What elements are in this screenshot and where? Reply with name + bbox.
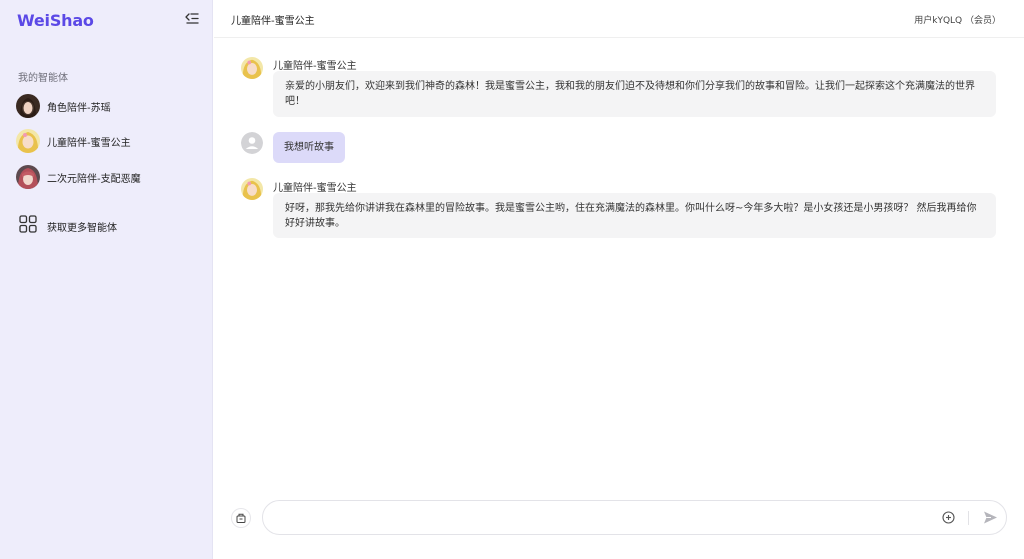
sidebar-item-label: 二次元陪伴-支配恶魔 bbox=[47, 173, 141, 185]
sidebar-item-label: 角色陪伴-苏瑶 bbox=[47, 102, 111, 114]
chat-header: 儿童陪伴-蜜雪公主 用户kYQLQ （会员） bbox=[214, 0, 1024, 38]
send-icon[interactable] bbox=[982, 509, 999, 526]
sidebar-item-agent[interactable]: 儿童陪伴-蜜雪公主 bbox=[16, 128, 206, 154]
avatar bbox=[16, 129, 40, 153]
chat-input-container bbox=[262, 500, 1007, 535]
assistant-message-bubble: 好呀，那我先给你讲讲我在森林里的冒险故事。我是蜜雪公主哟，住在充满魔法的森林里。… bbox=[273, 193, 996, 238]
message-sender-name: 儿童陪伴-蜜雪公主 bbox=[273, 183, 357, 194]
sidebar-item-agent[interactable]: 二次元陪伴-支配恶魔 bbox=[16, 164, 206, 190]
page-title: 儿童陪伴-蜜雪公主 bbox=[231, 16, 315, 27]
user-account-label[interactable]: 用户kYQLQ （会员） bbox=[914, 13, 1001, 26]
assistant-message-bubble: 亲爱的小朋友们，欢迎来到我们神奇的森林！我是蜜雪公主，我和我的朋友们迫不及待想和… bbox=[273, 71, 996, 117]
add-circle-icon[interactable] bbox=[941, 510, 956, 525]
avatar bbox=[241, 178, 263, 200]
input-divider bbox=[968, 511, 969, 525]
collapse-sidebar-icon[interactable] bbox=[184, 11, 200, 27]
app-logo: WeiShao bbox=[17, 11, 94, 30]
folder-icon bbox=[235, 509, 247, 528]
sidebar-item-label: 儿童陪伴-蜜雪公主 bbox=[47, 137, 131, 149]
avatar bbox=[16, 94, 40, 118]
section-title: 我的智能体 bbox=[18, 73, 68, 84]
sidebar: WeiShao 我的智能体 角色陪伴-苏瑶 儿童陪伴-蜜雪公主 二次元陪伴-支配… bbox=[0, 0, 213, 559]
user-avatar-icon bbox=[241, 132, 263, 154]
message-sender-name: 儿童陪伴-蜜雪公主 bbox=[273, 61, 357, 72]
get-more-agents-label: 获取更多智能体 bbox=[47, 222, 117, 234]
user-message-bubble: 我想听故事 bbox=[273, 132, 345, 163]
grid-icon bbox=[19, 215, 37, 237]
sidebar-item-agent[interactable]: 角色陪伴-苏瑶 bbox=[16, 93, 206, 119]
attachment-button[interactable] bbox=[231, 508, 251, 528]
avatar bbox=[16, 165, 40, 189]
avatar bbox=[241, 57, 263, 79]
chat-input[interactable] bbox=[277, 509, 927, 527]
get-more-agents-button[interactable]: 获取更多智能体 bbox=[19, 215, 117, 237]
